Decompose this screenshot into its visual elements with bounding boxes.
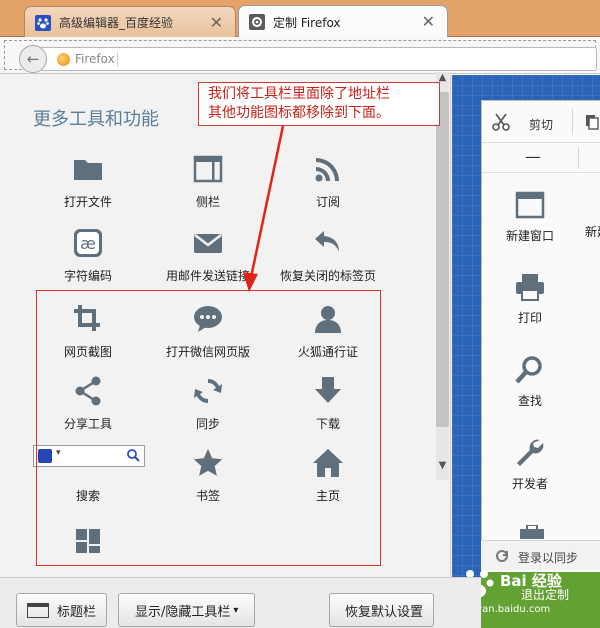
menu-item-label: 新建窗口 (505, 229, 554, 243)
menu-item-label: 查找 (517, 394, 542, 408)
zoom-out-button[interactable]: — (525, 147, 541, 166)
palette-item-label: 用邮件发送链接 (165, 269, 250, 283)
menu-panel: 剪切 — 新建窗口 新建 打印 查找 开发者 (481, 100, 600, 580)
scroll-down-icon[interactable]: ▼ (436, 460, 449, 476)
title-bar-label: 标题栏 (57, 604, 97, 620)
restore-defaults-label: 恢复默认设置 (345, 604, 424, 620)
customize-area-outline: Firefox ← (4, 40, 597, 73)
tab-label: 定制 Firefox (273, 15, 341, 30)
palette-item-label: 打开文件 (63, 195, 112, 209)
show-hide-toolbars-button[interactable]: 显示/隐藏工具栏 ▾ (118, 593, 255, 627)
palette-scrollbar-thumb[interactable] (436, 92, 449, 427)
printer-icon (516, 274, 544, 301)
menu-item-print[interactable]: 打印 (490, 271, 570, 326)
palette-item-email-link[interactable]: 用邮件发送链接 (148, 227, 268, 284)
firefox-icon (57, 53, 70, 66)
restore-defaults-button[interactable]: 恢复默认设置 (329, 593, 434, 627)
rss-icon (315, 158, 339, 182)
window-icon (27, 603, 49, 618)
palette-item-subscribe[interactable]: 订阅 (268, 153, 388, 210)
edit-controls: 剪切 (482, 101, 600, 143)
sidebar-icon (193, 155, 223, 183)
menu-item-partial-label[interactable]: 新建 (585, 223, 600, 240)
menu-item-find[interactable]: 查找 (490, 354, 570, 409)
highlight-box (36, 290, 381, 566)
palette-item-label: 字符编码 (63, 269, 112, 283)
magnifier-icon (515, 356, 542, 384)
url-separator (117, 51, 118, 67)
url-bar[interactable]: Firefox (41, 47, 597, 71)
annotation-line-1: 我们将工具栏里面除了地址栏 (208, 86, 390, 102)
annotation-callout: 我们将工具栏里面除了地址栏 其他功能图标都移除到下面。 (198, 82, 440, 126)
sync-icon (496, 550, 508, 562)
close-icon[interactable]: ✕ (422, 12, 435, 31)
title-bar-toggle-button[interactable]: 标题栏 (16, 593, 107, 627)
toolbars-label: 显示/隐藏工具栏 (135, 604, 231, 620)
folder-icon (74, 160, 102, 180)
new-window-icon (515, 191, 545, 219)
cut-button[interactable]: 剪切 (529, 116, 553, 133)
palette-item-encoding[interactable]: æ 字符编码 (28, 227, 148, 284)
annotation-line-2: 其他功能图标都移除到下面。 (208, 105, 390, 121)
palette-item-label: 侧栏 (195, 195, 220, 209)
toolbox-icon (520, 525, 544, 539)
back-button[interactable]: ← (19, 45, 47, 73)
palette-title: 更多工具和功能 (33, 109, 159, 130)
wrench-icon (517, 439, 544, 466)
character-encoding-icon: æ (74, 229, 102, 257)
palette-item-restore-tab[interactable]: 恢复关闭的标签页 (268, 227, 388, 284)
url-placeholder: Firefox (75, 52, 115, 66)
menu-item-label: 打印 (517, 311, 542, 325)
copy-icon[interactable] (585, 114, 599, 130)
scissors-icon[interactable] (492, 113, 510, 131)
gear-icon (249, 14, 265, 30)
divider (572, 109, 573, 135)
tab-customize-firefox[interactable]: 定制 Firefox ✕ (238, 5, 448, 38)
palette-item-open-file[interactable]: 打开文件 (28, 153, 148, 210)
palette-item-sidebar[interactable]: 侧栏 (148, 153, 268, 210)
svg-text:æ: æ (80, 234, 96, 253)
navigation-bar: Firefox ← (0, 37, 600, 74)
tab-baidu-editor[interactable]: 高级编辑器_百度经验 ✕ (24, 6, 236, 37)
close-icon[interactable]: ✕ (210, 13, 223, 32)
menu-item-developer[interactable]: 开发者 (490, 437, 570, 492)
undo-icon (315, 231, 339, 252)
palette-item-label: 恢复关闭的标签页 (279, 269, 376, 283)
palette-item-label: 订阅 (315, 195, 340, 209)
login-label: 登录以同步 (518, 551, 579, 565)
divider (578, 147, 579, 169)
email-icon (194, 234, 222, 253)
zoom-controls: — (482, 143, 600, 173)
tab-strip: 高级编辑器_百度经验 ✕ 定制 Firefox ✕ (0, 0, 600, 38)
tab-label: 高级编辑器_百度经验 (59, 15, 174, 30)
menu-item-label: 开发者 (511, 477, 548, 491)
baidu-paw-icon (35, 15, 51, 31)
menu-item-new-window[interactable]: 新建窗口 (490, 189, 570, 244)
watermark-brand: Bai 经验 (500, 572, 562, 590)
customize-footer: 标题栏 显示/隐藏工具栏 ▾ 恢复默认设置 (0, 577, 481, 628)
chevron-down-icon: ▾ (233, 604, 239, 616)
